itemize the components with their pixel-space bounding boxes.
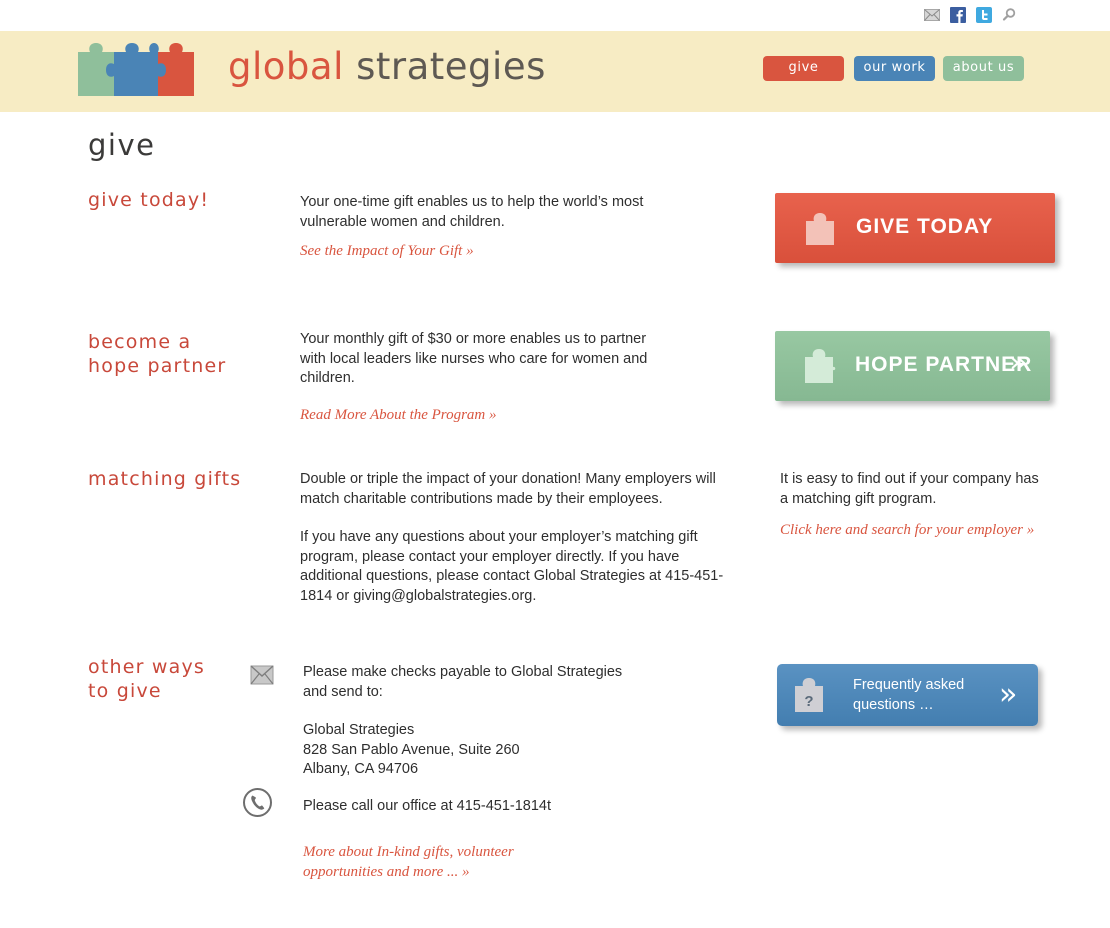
facebook-icon[interactable] (950, 7, 966, 23)
matching-gifts-heading: matching gifts (88, 468, 242, 490)
hope-partner-heading-line1: become a (88, 331, 192, 353)
in-kind-gifts-link[interactable]: More about In-kind gifts, volunteer oppo… (303, 842, 663, 882)
give-today-button-label: GIVE TODAY (856, 215, 994, 238)
logo-wordmark[interactable]: global strategies (228, 43, 546, 91)
phone-icon (243, 788, 272, 817)
chevron-right-icon: » (999, 677, 1018, 712)
hope-partner-heading-line2: hope partner (88, 355, 227, 377)
mail-icon[interactable] (924, 7, 940, 23)
other-ways-heading: other ways to give (88, 655, 205, 703)
twitter-icon[interactable] (976, 7, 992, 23)
hope-partner-text: Your monthly gift of $30 or more enables… (300, 331, 648, 386)
chevron-right-icon: » (1009, 345, 1028, 380)
other-ways-heading-line2: to give (88, 680, 162, 702)
in-kind-gifts-link-line1: More about In-kind gifts, volunteer (303, 844, 514, 860)
mail-instructions-line1: Please make checks payable to Global Str… (303, 664, 623, 680)
logo-word-strategies: strategies (356, 45, 546, 88)
search-employer-link[interactable]: Click here and search for your employer … (780, 520, 1034, 540)
matching-gifts-side-text: It is easy to find out if your company h… (780, 471, 1039, 507)
hope-partner-button[interactable]: HOPE PARTNER » (775, 331, 1050, 401)
mail-icon (250, 665, 274, 685)
matching-gifts-text-2: If you have any questions about your emp… (300, 529, 724, 604)
faq-button[interactable]: ? Frequently asked questions … » (777, 664, 1038, 726)
phone-text: Please call our office at 415-451-1814t (303, 798, 552, 814)
hope-partner-button-label: HOPE PARTNER (855, 353, 1033, 376)
other-ways-heading-line1: other ways (88, 656, 205, 678)
nav-about-us-button[interactable]: about us (943, 56, 1024, 81)
mailing-address: Global Strategies 828 San Pablo Avenue, … (303, 721, 663, 780)
page-title: give (88, 128, 156, 162)
nav-give-button[interactable]: give (763, 56, 844, 81)
read-more-program-link[interactable]: Read More About the Program » (300, 405, 497, 425)
faq-button-label: Frequently asked questions … (853, 675, 964, 715)
puzzle-logo-icon[interactable] (76, 42, 196, 98)
address-line-3: Albany, CA 94706 (303, 761, 419, 777)
address-line-2: 828 San Pablo Avenue, Suite 260 (303, 741, 520, 758)
puzzle-piece-icon (805, 349, 836, 383)
svg-text:?: ? (804, 693, 813, 710)
faq-label-line1: Frequently asked (853, 677, 965, 693)
give-today-text: Your one-time gift enables us to help th… (300, 194, 644, 230)
matching-gifts-text-1: Double or triple the impact of your dona… (300, 471, 716, 507)
mail-instructions-line2: and send to: (303, 683, 383, 700)
puzzle-question-icon: ? (795, 678, 823, 712)
give-today-button[interactable]: GIVE TODAY (775, 193, 1055, 263)
puzzle-piece-icon (806, 213, 834, 245)
mail-instructions: Please make checks payable to Global Str… (303, 663, 663, 702)
address-line-1: Global Strategies (303, 722, 415, 738)
faq-label-line2: questions … (853, 697, 934, 713)
hope-partner-heading: become a hope partner (88, 330, 226, 378)
utility-bar (0, 0, 1110, 31)
impact-of-gift-link[interactable]: See the Impact of Your Gift » (300, 241, 474, 261)
site-header: global strategies give our work about us (0, 31, 1110, 112)
give-today-heading: give today! (88, 189, 210, 211)
nav-our-work-button[interactable]: our work (854, 56, 935, 81)
in-kind-gifts-link-line2: opportunities and more ... » (303, 864, 470, 880)
search-icon[interactable] (1001, 7, 1017, 23)
logo-word-global: global (228, 45, 344, 88)
